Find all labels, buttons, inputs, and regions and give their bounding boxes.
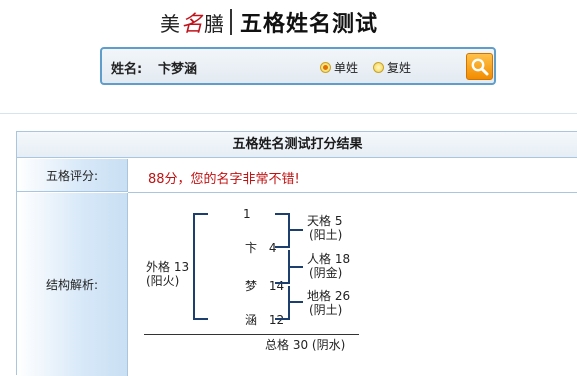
stroke-0: 1 [243, 207, 251, 221]
char-1: 卞 [245, 241, 258, 255]
total-grid: 总格 30 (阴水) [265, 338, 346, 352]
bracket-tick [193, 213, 208, 215]
search-button[interactable] [466, 53, 493, 80]
person-connector [290, 266, 303, 268]
radio-compound-label: 复姓 [387, 61, 412, 75]
radio-single-label: 单姓 [334, 61, 359, 75]
stroke-1: 4 [268, 241, 277, 255]
earth-connector [290, 301, 303, 303]
score-text: 88分，您的名字非常不错! [148, 172, 300, 187]
radio-compound-surname[interactable]: 复姓 [373, 59, 411, 76]
char-marker [275, 246, 288, 248]
char-row-0: 1 [229, 207, 251, 221]
brand-char-left: 美 [160, 11, 180, 36]
radio-unselected-icon[interactable] [373, 62, 384, 73]
brand-logo: 美 名 膳 [160, 6, 224, 38]
radio-single-surname[interactable]: 单姓 [320, 59, 358, 76]
name-search-bar: 姓名: 卞梦涵 单姓 复姓 [100, 47, 496, 85]
stroke-3: 12 [268, 313, 285, 327]
radio-selected-icon[interactable] [320, 62, 331, 73]
char-row-1: 卞 4 [245, 241, 276, 255]
char-marker [275, 318, 288, 320]
result-panel: 五格姓名测试打分结果 五格评分: 88分，您的名字非常不错! 结构解析: 外格 … [16, 131, 577, 376]
char-marker [275, 282, 288, 284]
char-2: 梦 [245, 279, 258, 293]
score-label: 五格评分: [17, 159, 128, 192]
name-input[interactable]: 卞梦涵 [158, 58, 197, 77]
structure-diagram: 外格 13 (阳火) 1 卞 4 梦 14 涵 12 天格 5 (阳土) 人格 … [128, 193, 577, 376]
heaven-connector [290, 229, 303, 231]
char-3: 涵 [245, 313, 258, 327]
structure-label: 结构解析: [17, 193, 128, 376]
magnifier-icon [471, 58, 489, 76]
heaven-grid-element: (阳土) [309, 228, 343, 242]
outer-grid-name: 外格 13 [146, 260, 190, 274]
person-grid-name: 人格 18 [307, 252, 351, 266]
earth-grid-name: 地格 26 [307, 289, 351, 303]
char-row-3: 涵 12 [245, 313, 284, 327]
earth-grid-element: (阴土) [309, 303, 343, 317]
result-title: 五格姓名测试打分结果 [17, 132, 577, 158]
outer-bracket [193, 213, 195, 320]
char-marker [275, 213, 288, 215]
earth-bracket [288, 286, 290, 320]
total-divider [144, 334, 359, 335]
bracket-tick [193, 318, 208, 320]
name-label: 姓名: [111, 62, 143, 77]
section-divider [0, 113, 577, 114]
outer-grid-element: (阳火) [146, 274, 180, 288]
brand-mark: 名 [181, 12, 204, 37]
site-logo: 美 名 膳 五格姓名测试 [160, 6, 450, 38]
page-title: 五格姓名测试 [240, 11, 379, 37]
heaven-grid-name: 天格 5 [307, 214, 343, 228]
brand-divider [230, 9, 233, 35]
brand-char-right: 膳 [204, 11, 225, 36]
person-grid-element: (阴金) [309, 266, 343, 280]
